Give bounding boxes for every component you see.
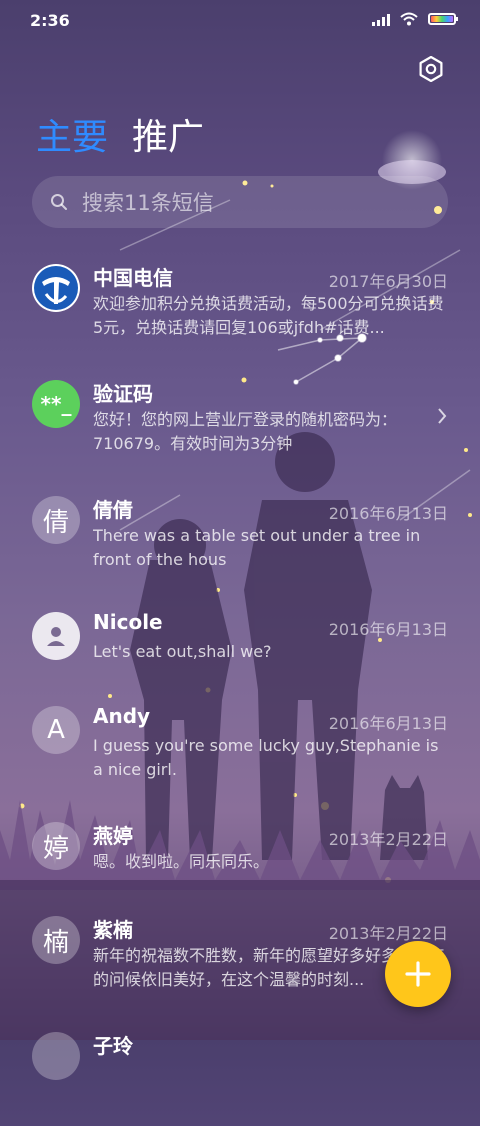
status-bar: 2:36 xyxy=(0,0,480,40)
avatar xyxy=(32,1032,80,1080)
new-message-button[interactable] xyxy=(385,941,451,1007)
contact-name: 燕婷 xyxy=(93,824,133,848)
contact-name: 中国电信 xyxy=(93,266,173,290)
message-preview: There was a table set out under a tree i… xyxy=(93,526,421,569)
contact-name: Andy xyxy=(93,704,151,728)
tab-bar: 主要 推广 xyxy=(36,108,204,160)
person-icon xyxy=(32,612,80,660)
message-preview: 您好！您的网上营业厅登录的随机密码为：710679。有效时间为3分钟 xyxy=(93,410,398,453)
signal-icon xyxy=(372,12,390,26)
message-date: 2017年6月30日 xyxy=(328,272,448,291)
conversation-item[interactable]: 倩 倩倩 2016年6月13日 There was a table set ou… xyxy=(0,480,480,590)
message-preview: 欢迎参加积分兑换话费活动，每500分可兑换话费5元，兑换话费请回复106或jfd… xyxy=(93,294,444,337)
conversation-item[interactable]: 子玲 xyxy=(0,1016,480,1126)
search-bar[interactable]: 搜索11条短信 xyxy=(32,176,448,228)
message-preview: 嗯。收到啦。同乐同乐。 xyxy=(93,852,270,871)
contact-name: 紫楠 xyxy=(93,918,133,942)
conversation-item[interactable]: **_ 验证码 您好！您的网上营业厅登录的随机密码为：710679。有效时间为3… xyxy=(0,364,480,474)
status-icons xyxy=(372,12,458,26)
plus-icon xyxy=(405,961,431,987)
message-preview: I guess you're some lucky guy,Stephanie … xyxy=(93,736,439,779)
contact-name: 验证码 xyxy=(93,382,153,406)
search-placeholder: 搜索11条短信 xyxy=(82,191,214,215)
message-preview: Let's eat out,shall we? xyxy=(93,642,272,661)
message-date: 2016年6月13日 xyxy=(328,504,448,523)
avatar: 倩 xyxy=(32,496,80,544)
tab-promotions[interactable]: 推广 xyxy=(132,108,204,160)
china-telecom-logo xyxy=(32,264,80,312)
battery-icon xyxy=(428,13,458,25)
wifi-icon xyxy=(400,12,418,26)
message-date: 2016年6月13日 xyxy=(328,620,448,639)
chevron-right-icon[interactable] xyxy=(436,406,448,426)
contact-name: Nicole xyxy=(93,610,163,634)
search-icon xyxy=(51,194,67,210)
message-date: 2016年6月13日 xyxy=(328,714,448,733)
contact-name: 子玲 xyxy=(93,1034,133,1058)
avatar: A xyxy=(32,706,80,754)
tab-primary[interactable]: 主要 xyxy=(36,108,108,160)
conversation-item[interactable]: A Andy 2016年6月13日 I guess you're some lu… xyxy=(0,690,480,800)
avatar: 婷 xyxy=(32,822,80,870)
conversation-item[interactable]: 中国电信 2017年6月30日 欢迎参加积分兑换话费活动，每500分可兑换话费5… xyxy=(0,248,480,358)
message-date: 2013年2月22日 xyxy=(328,924,448,943)
avatar: **_ xyxy=(32,380,80,428)
message-date: 2013年2月22日 xyxy=(328,830,448,849)
clock: 2:36 xyxy=(30,11,70,30)
avatar: 楠 xyxy=(32,916,80,964)
gear-icon[interactable] xyxy=(418,56,444,82)
contact-name: 倩倩 xyxy=(93,498,133,522)
